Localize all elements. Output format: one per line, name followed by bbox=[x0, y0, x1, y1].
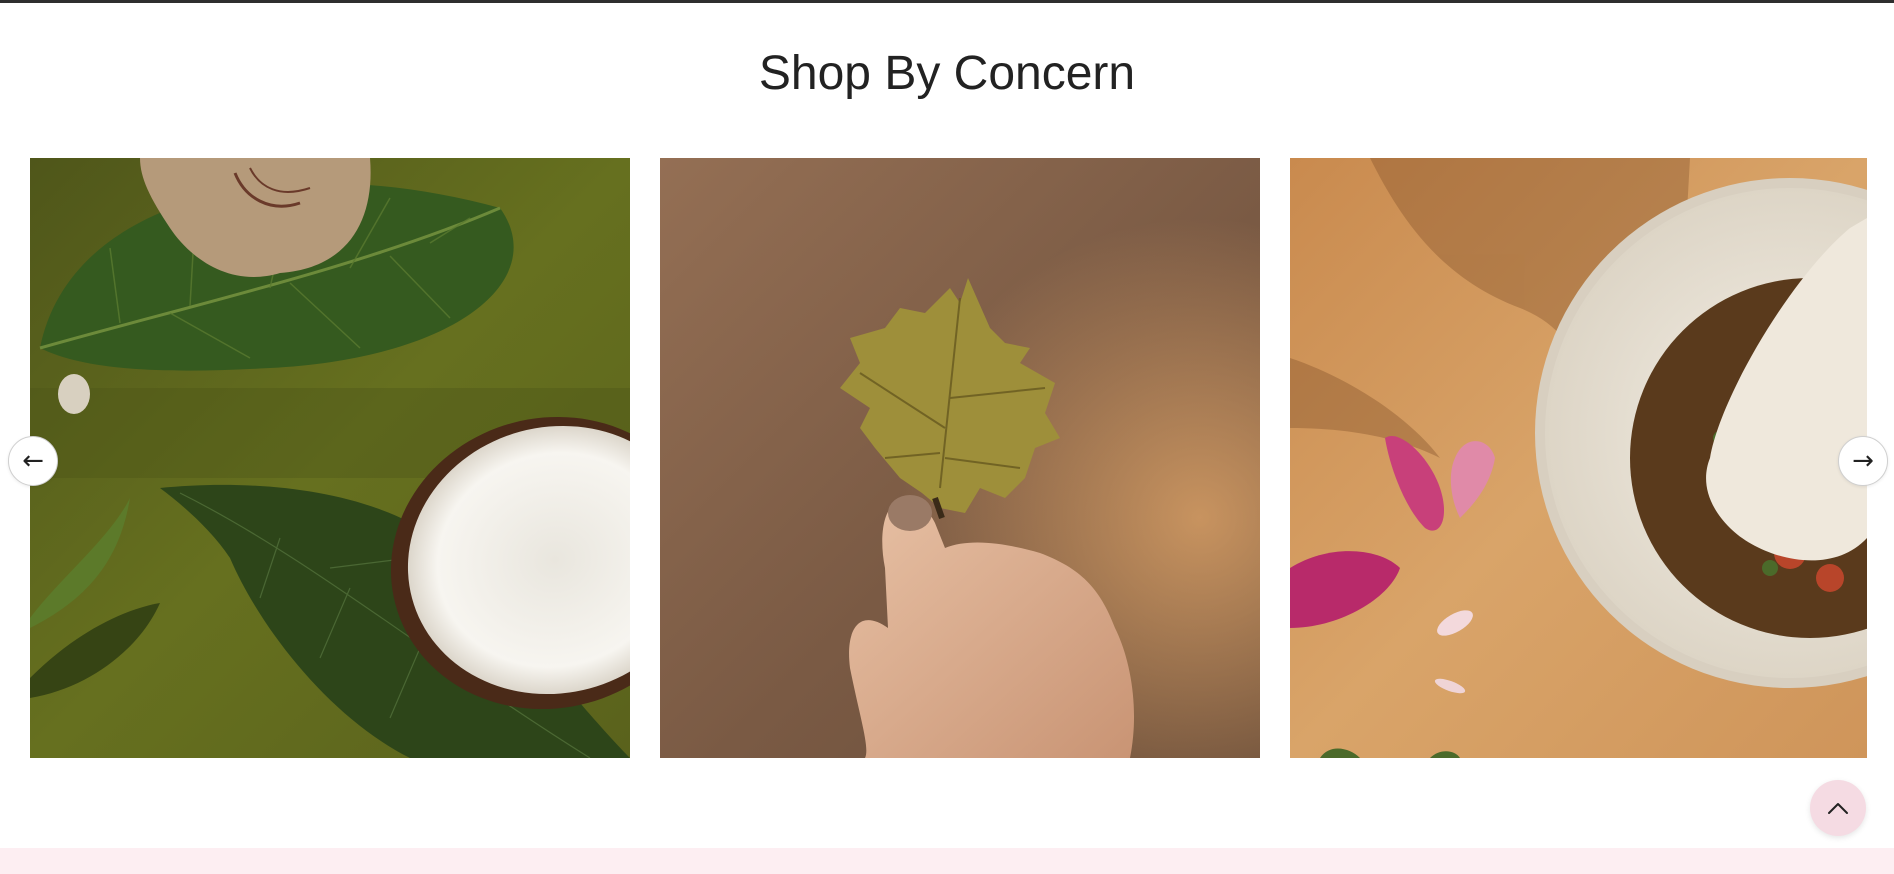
back-to-top-button[interactable] bbox=[1810, 780, 1866, 836]
carousel-prev-button[interactable]: ← bbox=[8, 436, 58, 486]
section-title: Shop By Concern bbox=[758, 47, 1136, 100]
chevron-up-icon bbox=[1828, 803, 1848, 814]
neem-leaves-and-coconut-image bbox=[30, 158, 630, 758]
footer-strip bbox=[0, 848, 1894, 874]
concern-card-3[interactable] bbox=[1290, 158, 1867, 758]
mortar-pestle-with-petals-image bbox=[1290, 158, 1867, 758]
concern-card-1[interactable] bbox=[30, 158, 630, 758]
concern-carousel bbox=[0, 158, 1894, 758]
carousel-next-button[interactable]: → bbox=[1838, 436, 1888, 486]
concern-card-2[interactable] bbox=[660, 158, 1260, 758]
top-border bbox=[0, 0, 1894, 3]
arrow-right-icon: → bbox=[1852, 446, 1874, 476]
arrow-left-icon: ← bbox=[22, 446, 44, 476]
hand-holding-leaf-image bbox=[660, 158, 1260, 758]
